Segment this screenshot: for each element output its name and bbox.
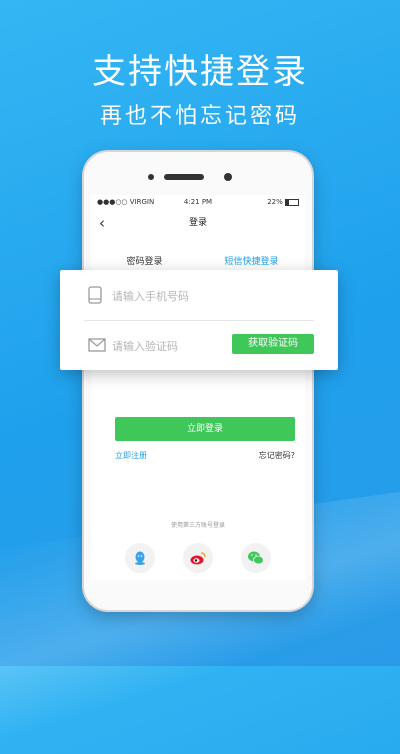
forgot-password-link[interactable]: 忘记密码? xyxy=(259,450,295,461)
promo-subline: 再也不怕忘记密码 xyxy=(99,104,300,129)
phone-screen: ●●●○○ VIRGIN 4:21 PM 22% ‹ 登录 密码登录 短信快捷登… xyxy=(91,195,305,580)
promo-headline: 支持快捷登录 xyxy=(92,52,308,92)
login-button[interactable]: 立即登录 xyxy=(115,417,295,441)
wechat-icon xyxy=(248,551,264,565)
phone-icon xyxy=(88,286,102,304)
sms-login-form-card: 请输入手机号码 请输入验证码 获取验证码 xyxy=(60,270,338,370)
sensor-icon xyxy=(148,174,154,180)
tab-sms-login[interactable]: 短信快捷登录 xyxy=(198,253,305,271)
front-camera-icon xyxy=(224,173,232,181)
status-bar: ●●●○○ VIRGIN 4:21 PM 22% xyxy=(91,195,305,209)
phone-input-row[interactable]: 请输入手机号码 xyxy=(60,270,338,320)
phone-frame: ●●●○○ VIRGIN 4:21 PM 22% ‹ 登录 密码登录 短信快捷登… xyxy=(84,152,312,610)
phone-input[interactable]: 请输入手机号码 xyxy=(112,288,189,304)
qq-icon xyxy=(135,551,145,565)
qq-login-button[interactable] xyxy=(125,543,155,573)
tab-password-login[interactable]: 密码登录 xyxy=(91,253,198,271)
battery-status: 22% xyxy=(267,198,299,206)
nav-bar: ‹ 登录 xyxy=(91,213,305,233)
weibo-login-button[interactable] xyxy=(183,543,213,573)
wechat-login-button[interactable] xyxy=(241,543,271,573)
battery-percent: 22% xyxy=(267,198,283,206)
third-party-label: 使用第三方账号登录 xyxy=(170,522,225,529)
register-link[interactable]: 立即注册 xyxy=(115,450,147,461)
code-input-row[interactable]: 请输入验证码 获取验证码 xyxy=(60,320,338,370)
page-title: 登录 xyxy=(188,218,207,228)
battery-icon xyxy=(285,198,299,206)
speaker-grille xyxy=(164,174,204,180)
get-code-button[interactable]: 获取验证码 xyxy=(232,334,314,354)
code-input[interactable]: 请输入验证码 xyxy=(112,338,178,354)
mail-icon xyxy=(88,338,106,352)
weibo-icon xyxy=(190,552,206,565)
